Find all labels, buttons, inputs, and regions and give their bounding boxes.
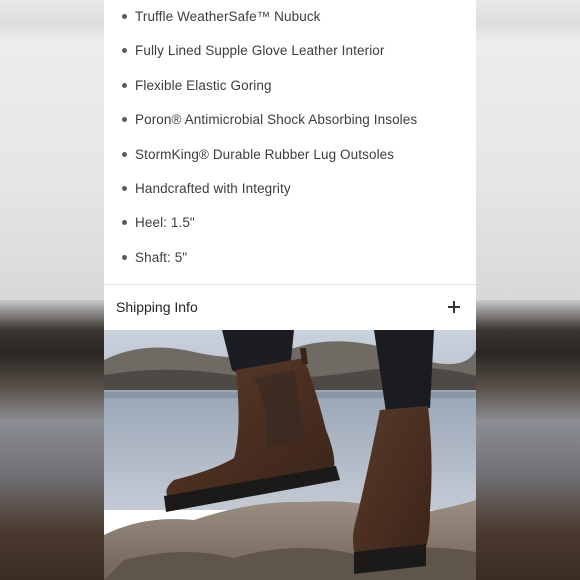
bullet-icon: [122, 13, 127, 19]
bullet-icon: [122, 185, 127, 191]
feature-item: Truffle WeatherSafe™ Nubuck: [122, 5, 321, 27]
feature-item: Handcrafted with Integrity: [122, 177, 291, 199]
feature-item: Shaft: 5": [122, 246, 187, 268]
blurred-background-left: [0, 0, 104, 580]
bullet-icon: [122, 116, 127, 122]
feature-text: Heel: 1.5": [135, 214, 195, 230]
feature-text: Fully Lined Supple Glove Leather Interio…: [135, 42, 385, 58]
plus-icon[interactable]: [448, 301, 460, 313]
shipping-info-accordion[interactable]: Shipping Info: [104, 285, 476, 329]
bullet-icon: [122, 254, 127, 260]
feature-text: Shaft: 5": [135, 249, 188, 265]
product-photo: [104, 330, 476, 580]
feature-item: Poron® Antimicrobial Shock Absorbing Ins…: [122, 108, 417, 130]
feature-item: Fully Lined Supple Glove Leather Interio…: [122, 39, 385, 61]
feature-text: Truffle WeatherSafe™ Nubuck: [135, 8, 321, 24]
feature-text: Handcrafted with Integrity: [135, 180, 291, 196]
product-details-panel: Truffle WeatherSafe™ Nubuck Fully Lined …: [104, 0, 476, 580]
bullet-icon: [122, 219, 127, 225]
bullet-icon: [122, 47, 127, 53]
feature-item: Flexible Elastic Goring: [122, 74, 272, 96]
feature-item: Heel: 1.5": [122, 211, 195, 233]
feature-text: Flexible Elastic Goring: [135, 77, 272, 93]
feature-item: StormKing® Durable Rubber Lug Outsoles: [122, 143, 394, 165]
blurred-background-right: [476, 0, 580, 580]
feature-text: Poron® Antimicrobial Shock Absorbing Ins…: [135, 111, 418, 127]
shipping-info-label: Shipping Info: [116, 299, 198, 315]
feature-text: StormKing® Durable Rubber Lug Outsoles: [135, 146, 395, 162]
bullet-icon: [122, 82, 127, 88]
bullet-icon: [122, 151, 127, 157]
